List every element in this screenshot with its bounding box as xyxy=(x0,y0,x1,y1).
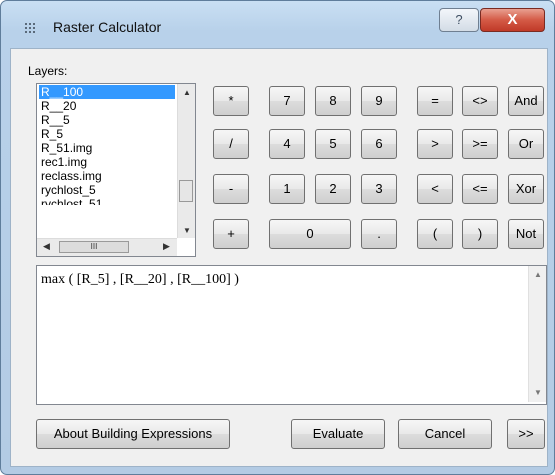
list-item[interactable]: rychlost_5 xyxy=(41,183,96,197)
digit-7-key[interactable]: 7 xyxy=(269,86,305,116)
layers-horizontal-scrollbar[interactable]: ◀ III ▶ xyxy=(37,238,177,256)
layers-vertical-scrollbar[interactable]: ▲ ▼ xyxy=(177,84,195,238)
window-title: Raster Calculator xyxy=(53,19,162,35)
expression-scrollbar[interactable]: ▲ ▼ xyxy=(528,266,546,402)
close-button[interactable]: X xyxy=(480,8,545,32)
digit-9-key[interactable]: 9 xyxy=(361,86,397,116)
greater-equal-key[interactable]: >= xyxy=(462,129,498,159)
not-equal-key[interactable]: <> xyxy=(462,86,498,116)
minus-key[interactable]: - xyxy=(213,174,249,204)
not-key[interactable]: Not xyxy=(508,219,544,249)
digit-6-key[interactable]: 6 xyxy=(361,129,397,159)
scroll-up-icon[interactable]: ▲ xyxy=(534,270,542,279)
less-than-key[interactable]: < xyxy=(417,174,453,204)
scroll-up-icon[interactable]: ▲ xyxy=(183,88,191,97)
digit-5-key[interactable]: 5 xyxy=(315,129,351,159)
expression-input[interactable]: max ( [R_5] , [R__20] , [R__100] ) ▲ ▼ xyxy=(36,265,547,405)
scroll-thumb[interactable] xyxy=(179,180,193,202)
scroll-thumb[interactable]: III xyxy=(59,241,129,253)
digit-4-key[interactable]: 4 xyxy=(269,129,305,159)
list-item[interactable]: R_51.img xyxy=(41,141,92,155)
open-paren-key[interactable]: ( xyxy=(417,219,453,249)
list-item[interactable]: rychlost_51... xyxy=(41,197,112,205)
multiply-key[interactable]: * xyxy=(213,86,249,116)
digit-1-key[interactable]: 1 xyxy=(269,174,305,204)
greater-than-key[interactable]: > xyxy=(417,129,453,159)
less-equal-key[interactable]: <= xyxy=(462,174,498,204)
or-key[interactable]: Or xyxy=(508,129,544,159)
calculator-icon xyxy=(25,23,35,33)
help-button[interactable]: ? xyxy=(439,8,479,32)
scroll-down-icon[interactable]: ▼ xyxy=(534,388,542,397)
evaluate-button[interactable]: Evaluate xyxy=(291,419,385,449)
list-item[interactable]: R_5 xyxy=(41,127,63,141)
scroll-down-icon[interactable]: ▼ xyxy=(183,226,191,235)
scroll-left-icon[interactable]: ◀ xyxy=(43,241,50,252)
layers-label: Layers: xyxy=(28,64,68,78)
list-item[interactable]: R__20 xyxy=(41,99,76,113)
and-key[interactable]: And xyxy=(508,86,544,116)
more-options-button[interactable]: >> xyxy=(507,419,545,449)
about-building-expressions-button[interactable]: About Building Expressions xyxy=(36,419,230,449)
close-icon: X xyxy=(507,11,518,28)
list-item[interactable]: reclass.img xyxy=(41,169,102,183)
decimal-point-key[interactable]: . xyxy=(361,219,397,249)
divide-key[interactable]: / xyxy=(213,129,249,159)
scroll-right-icon[interactable]: ▶ xyxy=(163,241,170,252)
xor-key[interactable]: Xor xyxy=(508,174,544,204)
close-paren-key[interactable]: ) xyxy=(462,219,498,249)
digit-8-key[interactable]: 8 xyxy=(315,86,351,116)
list-item[interactable]: R__5 xyxy=(41,113,70,127)
plus-key[interactable]: + xyxy=(213,219,249,249)
equals-key[interactable]: = xyxy=(417,86,453,116)
expression-text[interactable]: max ( [R_5] , [R__20] , [R__100] ) xyxy=(41,272,239,288)
digit-3-key[interactable]: 3 xyxy=(361,174,397,204)
list-item[interactable]: R__100 xyxy=(39,85,175,99)
digit-2-key[interactable]: 2 xyxy=(315,174,351,204)
layers-list[interactable]: R__100 R__20 R__5 R_5 R_51.img rec1.img … xyxy=(36,83,196,257)
cancel-button[interactable]: Cancel xyxy=(398,419,492,449)
digit-0-key[interactable]: 0 xyxy=(269,219,351,249)
list-item[interactable]: rec1.img xyxy=(41,155,87,169)
